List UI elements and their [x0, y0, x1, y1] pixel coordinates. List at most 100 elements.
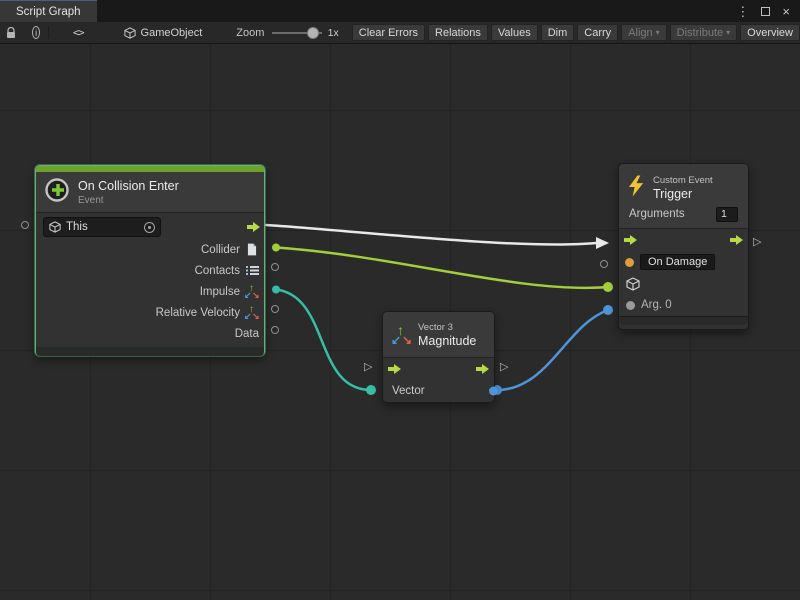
port-label: Vector — [392, 385, 425, 397]
carry-button[interactable]: Carry — [577, 24, 618, 41]
zoom-value: 1x — [328, 27, 339, 39]
document-icon — [245, 243, 259, 256]
relative-velocity-output-port[interactable] — [271, 305, 279, 313]
toolbar-divider — [48, 26, 49, 39]
node-body: On Damage Arg. 0 — [619, 228, 748, 316]
event-name-port[interactable] — [625, 258, 634, 267]
node-category: Vector 3 — [418, 322, 476, 333]
port-vector-in[interactable] — [366, 385, 376, 395]
event-name-outer-port[interactable] — [600, 260, 608, 268]
node-title: Trigger — [653, 187, 713, 201]
node-header: Custom Event Trigger Arguments 1 — [619, 164, 748, 228]
vector3-icon: ↑↙↘ — [391, 325, 411, 345]
output-row-collider: Collider — [36, 239, 264, 260]
port-impulse-out[interactable] — [272, 286, 280, 294]
node-footer — [36, 346, 264, 356]
target-input-row — [619, 273, 748, 294]
dim-button[interactable]: Dim — [541, 24, 575, 41]
arguments-input[interactable]: 1 — [716, 207, 738, 222]
port-arg0-in[interactable] — [603, 305, 613, 315]
toolbar-buttons: Clear Errors Relations Values Dim Carry … — [349, 24, 800, 41]
flow-output-port[interactable] — [476, 364, 489, 374]
relation-triangle-icon: ▷ — [500, 362, 508, 373]
graph-toolbar: i <> GameObject Zoom 1x Clear Errors Rel… — [0, 22, 800, 44]
window-close-icon[interactable]: × — [782, 5, 790, 18]
output-row-impulse: Impulse ↑↙↘ — [36, 281, 264, 302]
arg0-row: Arg. 0 — [619, 294, 748, 316]
output-row-data: Data — [36, 323, 264, 344]
vector3-icon: ↑↙↘ — [245, 306, 259, 320]
info-icon[interactable]: i — [32, 26, 40, 39]
target-label: GameObject — [141, 27, 203, 39]
align-button[interactable]: Align▾ — [621, 24, 666, 41]
port-label: Contacts — [195, 265, 240, 277]
values-button[interactable]: Values — [491, 24, 538, 41]
overview-button[interactable]: Overview — [740, 24, 800, 41]
tab-bar: Script Graph ⋮ × — [0, 0, 800, 22]
port-label: Data — [235, 328, 259, 340]
node-header: On Collision Enter Event — [36, 172, 264, 212]
wire-collider[interactable] — [276, 248, 608, 288]
node-trigger-custom-event[interactable]: Custom Event Trigger Arguments 1 On Dama… — [618, 163, 749, 330]
event-name-input[interactable]: On Damage — [640, 254, 715, 270]
chevron-down-icon: ▾ — [726, 28, 730, 37]
port-collider-out[interactable] — [272, 244, 280, 252]
window-maximize-icon[interactable] — [761, 7, 770, 16]
object-picker-icon[interactable] — [144, 222, 155, 233]
cube-icon — [626, 277, 640, 291]
port-label: Arg. 0 — [641, 299, 672, 311]
flow-output-port[interactable] — [247, 222, 260, 232]
tab-script-graph[interactable]: Script Graph — [0, 0, 97, 22]
target-value: This — [66, 221, 139, 233]
zoom-slider[interactable] — [272, 27, 321, 39]
output-row-relative-velocity: Relative Velocity ↑↙↘ — [36, 302, 264, 323]
node-footer — [619, 316, 748, 325]
vector3-icon: ↑↙↘ — [245, 285, 259, 299]
gameobject-chip[interactable]: GameObject — [124, 27, 203, 39]
vector-input-row: Vector — [383, 380, 494, 402]
data-output-port[interactable] — [271, 326, 279, 334]
node-header: ↑↙↘ Vector 3 Magnitude — [383, 312, 494, 357]
zoom-label: Zoom — [236, 27, 264, 39]
node-body: This Collider Contacts — [36, 212, 264, 344]
clear-errors-button[interactable]: Clear Errors — [352, 24, 425, 41]
flow-output-port[interactable] — [730, 235, 743, 245]
chevron-down-icon: ▾ — [656, 28, 660, 37]
unity-visual-scripting-window: Script Graph ⋮ × i <> GameObject Zoom 1x… — [0, 0, 800, 600]
tab-title: Script Graph — [16, 6, 81, 18]
node-vector3-magnitude[interactable]: ↑↙↘ Vector 3 Magnitude Vector — [382, 311, 495, 403]
window-menu-icon[interactable]: ⋮ — [736, 5, 749, 18]
port-label: Collider — [201, 244, 240, 256]
target-object-field[interactable]: This — [43, 217, 161, 237]
contacts-output-port[interactable] — [271, 263, 279, 271]
magnitude-output-port[interactable] — [489, 387, 498, 396]
output-row-contacts: Contacts — [36, 260, 264, 281]
distribute-button[interactable]: Distribute▾ — [670, 24, 737, 41]
this-input-port[interactable] — [21, 221, 29, 229]
port-trigger-target-in[interactable] — [603, 282, 613, 292]
relation-triangle-icon: ▷ — [753, 237, 761, 248]
node-title: On Collision Enter — [78, 179, 179, 193]
arg0-port[interactable] — [626, 301, 635, 310]
wire-flow[interactable] — [266, 225, 596, 245]
wire-impulse[interactable] — [276, 290, 371, 391]
custom-event-icon — [627, 175, 646, 202]
wire-magnitude[interactable] — [497, 310, 608, 390]
collision-event-icon — [44, 177, 70, 208]
node-title: Magnitude — [418, 334, 476, 348]
arguments-label: Arguments — [629, 208, 685, 220]
window-controls: ⋮ × — [736, 0, 800, 22]
node-category: Custom Event — [653, 175, 713, 186]
cube-icon — [124, 27, 136, 39]
code-icon[interactable]: <> — [73, 27, 84, 39]
event-name-row: On Damage — [619, 251, 748, 273]
relations-button[interactable]: Relations — [428, 24, 488, 41]
graph-canvas[interactable]: On Collision Enter Event This Colli — [0, 44, 800, 600]
node-body: Vector — [383, 357, 494, 402]
flow-input-port[interactable] — [624, 235, 637, 245]
cube-icon — [49, 221, 61, 233]
zoom-slider-handle[interactable] — [307, 27, 319, 39]
node-on-collision-enter[interactable]: On Collision Enter Event This Colli — [35, 165, 265, 356]
lock-icon[interactable] — [6, 27, 16, 39]
flow-input-port[interactable] — [388, 364, 401, 374]
